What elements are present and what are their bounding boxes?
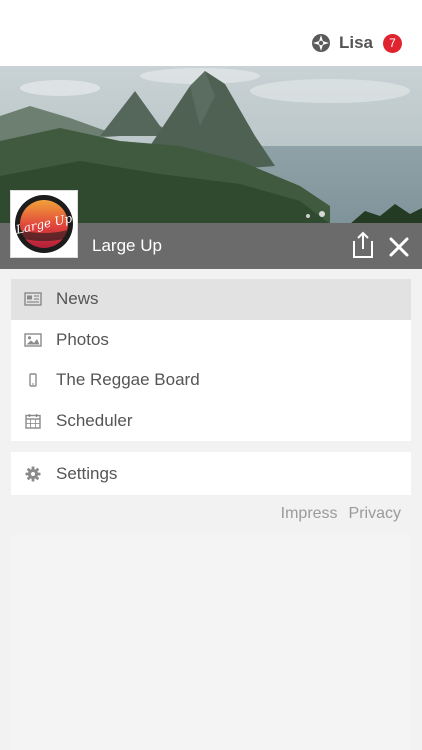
share-button[interactable] bbox=[350, 231, 376, 259]
menu-item-photos[interactable]: Photos bbox=[11, 320, 411, 361]
gear-icon bbox=[24, 466, 42, 482]
footer-links: Impress Privacy bbox=[281, 505, 401, 523]
notification-badge: 7 bbox=[383, 33, 402, 53]
empty-content-area bbox=[11, 535, 411, 750]
phone-icon bbox=[24, 372, 42, 388]
user-menu[interactable]: Lisa 7 bbox=[311, 31, 402, 55]
newspaper-icon bbox=[24, 291, 42, 307]
menu-item-label: The Reggae Board bbox=[56, 370, 200, 390]
main-menu: News Photos The Reggae Board Scheduler bbox=[11, 279, 411, 441]
app-logo: Large Up bbox=[10, 190, 78, 258]
menu-item-scheduler[interactable]: Scheduler bbox=[11, 401, 411, 442]
app-title: Large Up bbox=[92, 236, 162, 255]
share-icon bbox=[353, 231, 373, 258]
calendar-icon bbox=[24, 413, 42, 429]
impress-link[interactable]: Impress bbox=[281, 505, 338, 523]
close-button[interactable] bbox=[388, 236, 410, 258]
top-bar: Lisa 7 bbox=[0, 0, 422, 67]
user-name: Lisa bbox=[338, 33, 373, 52]
menu-item-label: News bbox=[56, 289, 99, 309]
menu-item-reggae-board[interactable]: The Reggae Board bbox=[11, 360, 411, 401]
menu-item-label: Scheduler bbox=[56, 410, 133, 430]
menu-item-news[interactable]: News bbox=[11, 279, 411, 320]
menu-item-label: Settings bbox=[56, 463, 118, 483]
close-icon bbox=[389, 237, 409, 257]
menu-item-label: Photos bbox=[56, 329, 109, 349]
privacy-link[interactable]: Privacy bbox=[349, 505, 401, 523]
image-icon bbox=[24, 332, 42, 348]
menu-item-settings[interactable]: Settings bbox=[11, 452, 411, 495]
user-status-icon bbox=[311, 33, 331, 53]
